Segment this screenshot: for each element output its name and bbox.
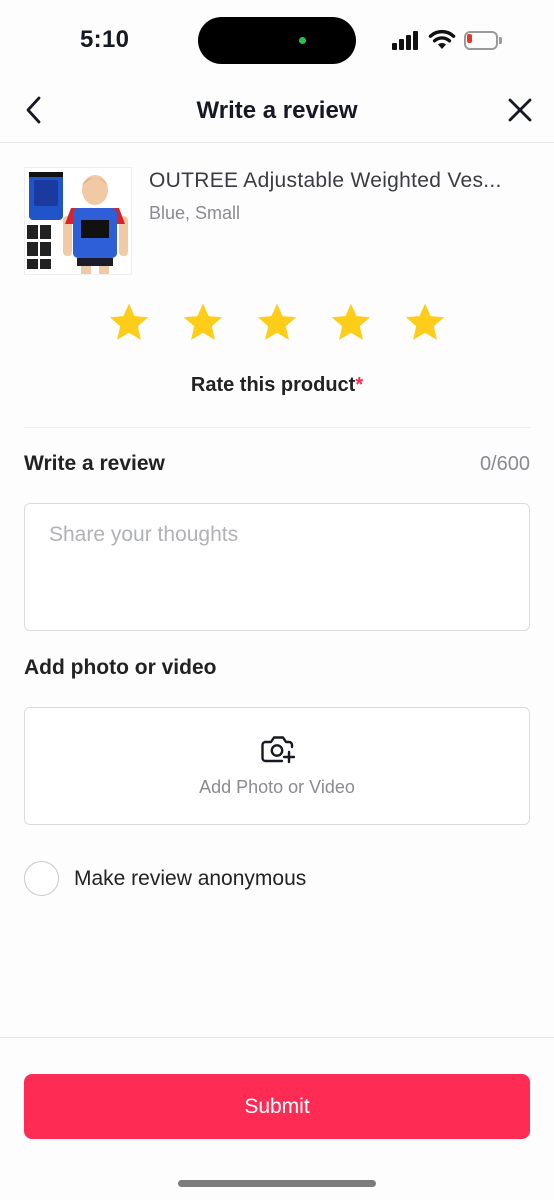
anonymous-option[interactable]: Make review anonymous bbox=[24, 860, 344, 896]
add-media-button[interactable]: Add Photo or Video bbox=[24, 707, 530, 825]
star-icon-2[interactable] bbox=[180, 300, 226, 346]
page-title: Write a review bbox=[196, 97, 358, 124]
star-rating bbox=[0, 300, 554, 346]
anonymous-radio[interactable] bbox=[24, 861, 59, 896]
product-summary: OUTREE Adjustable Weighted Ves... Blue, … bbox=[24, 167, 530, 275]
close-icon bbox=[508, 98, 532, 122]
home-indicator bbox=[178, 1180, 376, 1187]
media-heading: Add photo or video bbox=[24, 656, 217, 679]
submit-button[interactable]: Submit bbox=[24, 1074, 530, 1139]
product-name: OUTREE Adjustable Weighted Ves... bbox=[149, 169, 502, 192]
add-media-label: Add Photo or Video bbox=[199, 777, 355, 797]
signal-icon bbox=[392, 31, 420, 50]
review-heading: Write a review bbox=[24, 452, 165, 475]
required-mark: * bbox=[355, 374, 364, 396]
star-icon-5[interactable] bbox=[402, 300, 448, 346]
status-bar: 5:10 bbox=[0, 0, 554, 80]
dynamic-island bbox=[198, 17, 356, 64]
anonymous-label: Make review anonymous bbox=[74, 867, 307, 890]
review-field[interactable] bbox=[24, 503, 530, 631]
status-time: 5:10 bbox=[80, 26, 130, 53]
star-icon-4[interactable] bbox=[328, 300, 374, 346]
product-thumbnail bbox=[24, 167, 132, 275]
footer-divider bbox=[0, 1037, 554, 1038]
close-button[interactable] bbox=[502, 92, 538, 128]
camera-plus-icon bbox=[261, 736, 295, 764]
header: Write a review bbox=[0, 80, 554, 143]
rate-label-text: Rate this product bbox=[190, 374, 356, 396]
star-icon-1[interactable] bbox=[106, 300, 152, 346]
review-textarea[interactable] bbox=[25, 504, 529, 630]
star-icon-3[interactable] bbox=[254, 300, 300, 346]
character-count: 0/600 bbox=[479, 453, 530, 475]
battery-low-icon bbox=[464, 31, 502, 50]
divider bbox=[24, 427, 530, 428]
product-variant: Blue, Small bbox=[149, 203, 241, 223]
rate-product-label: Rate this product* bbox=[0, 374, 554, 397]
battery-level bbox=[467, 34, 472, 43]
wifi-icon bbox=[428, 29, 456, 49]
camera-indicator-dot bbox=[299, 37, 306, 44]
